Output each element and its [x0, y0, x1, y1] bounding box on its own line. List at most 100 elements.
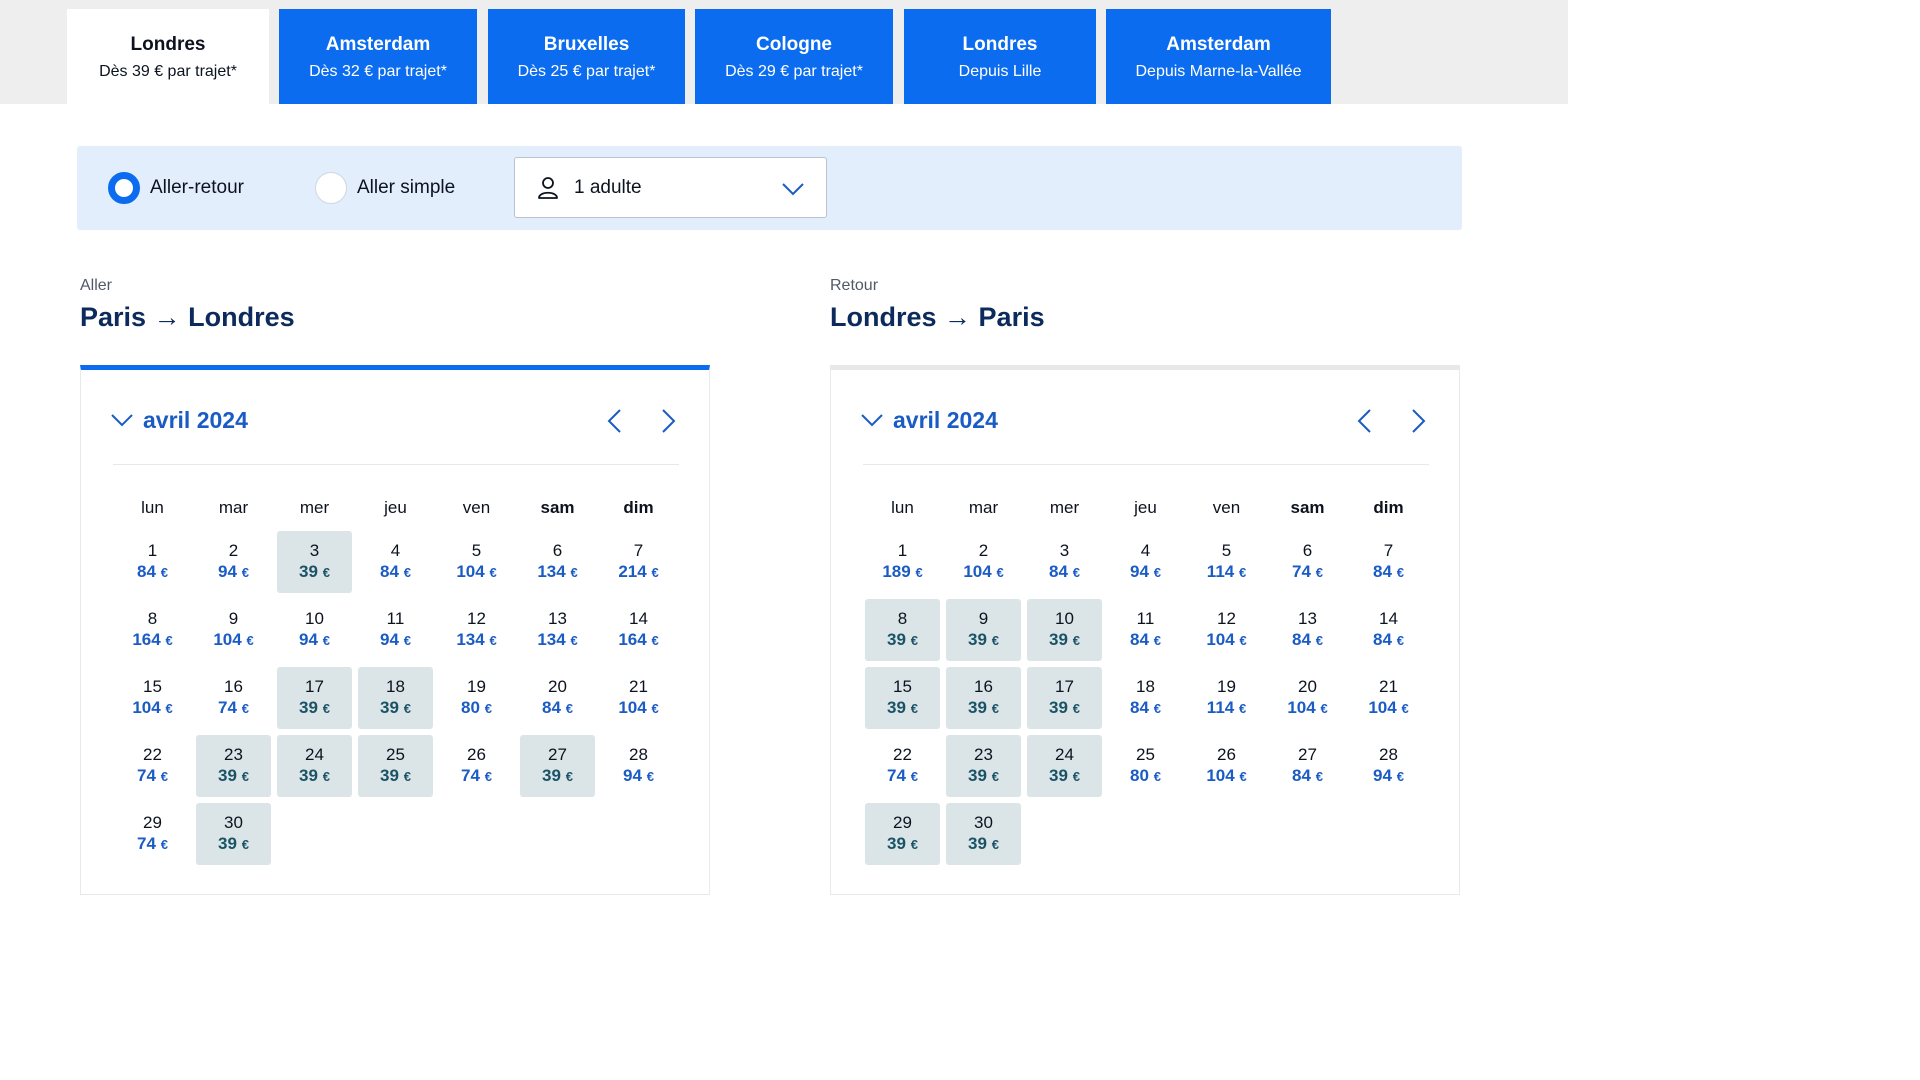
route-to: Londres — [188, 302, 295, 332]
day-button[interactable]: 13 134 € — [520, 599, 595, 661]
day-button[interactable]: 4 84 € — [358, 531, 433, 593]
day-button-lowest-price[interactable]: 17 39 € — [1027, 667, 1102, 729]
tab-londres[interactable]: Londres Dès 39 € par trajet* — [67, 9, 269, 104]
prev-month-icon[interactable] — [603, 408, 627, 434]
day-button-lowest-price[interactable]: 15 39 € — [865, 667, 940, 729]
day-number: 23 — [974, 745, 993, 764]
day-button[interactable]: 6 134 € — [520, 531, 595, 593]
day-button[interactable]: 29 74 € — [115, 803, 190, 865]
day-button[interactable]: 4 94 € — [1108, 531, 1183, 593]
day-button[interactable]: 3 84 € — [1027, 531, 1102, 593]
day-price: 134 € — [520, 629, 595, 652]
day-button[interactable]: 13 84 € — [1270, 599, 1345, 661]
currency-symbol: € — [1072, 633, 1080, 648]
day-button-lowest-price[interactable]: 30 39 € — [946, 803, 1021, 865]
day-button[interactable]: 21 104 € — [601, 667, 676, 729]
day-number: 9 — [228, 609, 239, 628]
price-value: 104 — [1368, 698, 1397, 717]
tab-amsterdam-marne[interactable]: Amsterdam Depuis Marne-la-Vallée — [1106, 9, 1331, 104]
day-number: 18 — [386, 677, 405, 696]
day-button[interactable]: 12 104 € — [1189, 599, 1264, 661]
day-price: 94 € — [196, 561, 271, 584]
day-button[interactable]: 19 80 € — [439, 667, 514, 729]
day-button[interactable]: 12 134 € — [439, 599, 514, 661]
day-button[interactable]: 11 94 € — [358, 599, 433, 661]
currency-symbol: € — [1072, 701, 1080, 716]
day-button[interactable]: 10 94 € — [277, 599, 352, 661]
price-value: 39 — [542, 766, 561, 785]
day-button[interactable]: 6 74 € — [1270, 531, 1345, 593]
day-button[interactable]: 15 104 € — [115, 667, 190, 729]
day-button[interactable]: 19 114 € — [1189, 667, 1264, 729]
day-button-lowest-price[interactable]: 24 39 € — [1027, 735, 1102, 797]
day-button-lowest-price[interactable]: 29 39 € — [865, 803, 940, 865]
day-button[interactable]: 2 104 € — [946, 531, 1021, 593]
day-grid: lun mar mer jeu ven sam dim 1 84 €2 94 €3 39 €4 84 … — [112, 498, 679, 868]
day-button[interactable]: 25 80 € — [1108, 735, 1183, 797]
day-button[interactable]: 1 84 € — [115, 531, 190, 593]
day-price: 39 € — [865, 629, 940, 652]
day-price: 114 € — [1189, 697, 1264, 720]
day-cell: 25 80 € — [1105, 732, 1186, 800]
day-button[interactable]: 5 114 € — [1189, 531, 1264, 593]
outbound-calendar: avril 2024 lun mar mer jeu ven sam dim 1 84 €2 94… — [80, 365, 710, 895]
weekday-header: lun — [141, 498, 164, 517]
day-button[interactable]: 28 94 € — [1351, 735, 1426, 797]
day-button-lowest-price[interactable]: 24 39 € — [277, 735, 352, 797]
day-button-lowest-price[interactable]: 3 39 € — [277, 531, 352, 593]
day-button-lowest-price[interactable]: 10 39 € — [1027, 599, 1102, 661]
currency-symbol: € — [651, 701, 659, 716]
day-button[interactable]: 1 189 € — [865, 531, 940, 593]
day-button[interactable]: 21 104 € — [1351, 667, 1426, 729]
day-button[interactable]: 7 214 € — [601, 531, 676, 593]
day-button[interactable]: 9 104 € — [196, 599, 271, 661]
day-button[interactable]: 16 74 € — [196, 667, 271, 729]
day-button-lowest-price[interactable]: 16 39 € — [946, 667, 1021, 729]
day-button-lowest-price[interactable]: 23 39 € — [196, 735, 271, 797]
day-button[interactable]: 20 84 € — [520, 667, 595, 729]
day-button[interactable]: 14 164 € — [601, 599, 676, 661]
day-button-lowest-price[interactable]: 8 39 € — [865, 599, 940, 661]
day-cell: 13 84 € — [1267, 596, 1348, 664]
day-button[interactable]: 11 84 € — [1108, 599, 1183, 661]
tab-londres-lille[interactable]: Londres Depuis Lille — [904, 9, 1096, 104]
day-button[interactable]: 5 104 € — [439, 531, 514, 593]
day-cell: 27 84 € — [1267, 732, 1348, 800]
day-button-lowest-price[interactable]: 18 39 € — [358, 667, 433, 729]
day-price: 39 € — [277, 561, 352, 584]
month-selector[interactable]: avril 2024 — [111, 404, 248, 436]
passenger-select[interactable]: 1 adulte — [514, 157, 827, 218]
tab-subtitle: Dès 25 € par trajet* — [517, 63, 656, 80]
round-trip-radio[interactable]: Aller-retour — [108, 170, 244, 206]
day-button-lowest-price[interactable]: 17 39 € — [277, 667, 352, 729]
day-button[interactable]: 2 94 € — [196, 531, 271, 593]
day-button[interactable]: 8 164 € — [115, 599, 190, 661]
tab-bruxelles[interactable]: Bruxelles Dès 25 € par trajet* — [488, 9, 685, 104]
price-value: 164 — [618, 630, 647, 649]
day-button-lowest-price[interactable]: 23 39 € — [946, 735, 1021, 797]
day-button-lowest-price[interactable]: 27 39 € — [520, 735, 595, 797]
day-button[interactable]: 22 74 € — [865, 735, 940, 797]
day-button[interactable]: 26 74 € — [439, 735, 514, 797]
day-button[interactable]: 18 84 € — [1108, 667, 1183, 729]
next-month-icon[interactable] — [1406, 408, 1430, 434]
tab-cologne[interactable]: Cologne Dès 29 € par trajet* — [695, 9, 893, 104]
currency-symbol: € — [489, 565, 497, 580]
day-button-lowest-price[interactable]: 25 39 € — [358, 735, 433, 797]
day-button-lowest-price[interactable]: 9 39 € — [946, 599, 1021, 661]
day-button[interactable]: 27 84 € — [1270, 735, 1345, 797]
day-button[interactable]: 26 104 € — [1189, 735, 1264, 797]
day-button[interactable]: 22 74 € — [115, 735, 190, 797]
day-button[interactable]: 20 104 € — [1270, 667, 1345, 729]
day-button[interactable]: 28 94 € — [601, 735, 676, 797]
prev-month-icon[interactable] — [1353, 408, 1377, 434]
day-button[interactable]: 14 84 € — [1351, 599, 1426, 661]
one-way-radio[interactable]: Aller simple — [315, 170, 455, 206]
day-button-lowest-price[interactable]: 30 39 € — [196, 803, 271, 865]
next-month-icon[interactable] — [656, 408, 680, 434]
day-number: 17 — [305, 677, 324, 696]
month-selector[interactable]: avril 2024 — [861, 404, 998, 436]
day-cell: 5 114 € — [1186, 528, 1267, 596]
tab-amsterdam[interactable]: Amsterdam Dès 32 € par trajet* — [279, 9, 477, 104]
day-button[interactable]: 7 84 € — [1351, 531, 1426, 593]
